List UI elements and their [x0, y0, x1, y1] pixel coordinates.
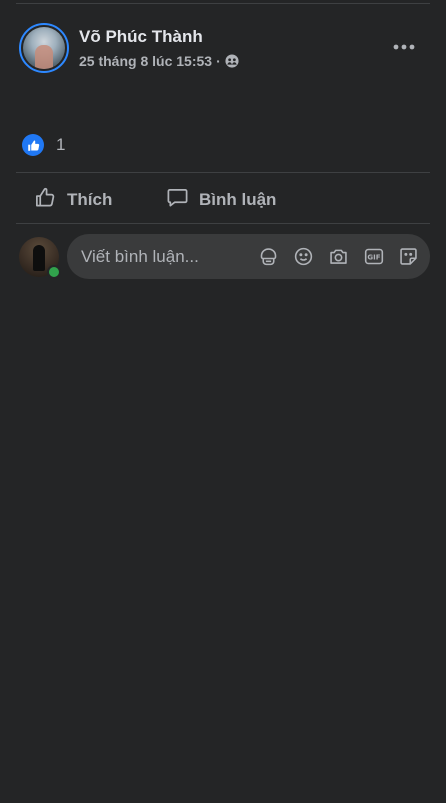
author-avatar-image: [23, 27, 65, 69]
divider: [16, 172, 430, 173]
friends-audience-icon[interactable]: [225, 54, 239, 68]
comment-button[interactable]: Bình luận: [166, 186, 276, 214]
more-options-button[interactable]: [390, 35, 418, 57]
comment-input[interactable]: Viết bình luận... GIF: [67, 234, 430, 279]
like-reaction-icon: [22, 134, 44, 156]
svg-text:GIF: GIF: [367, 254, 380, 262]
comment-placeholder: Viết bình luận...: [81, 246, 199, 266]
post-meta: 25 tháng 8 lúc 15:53 ·: [79, 53, 239, 69]
like-button-label: Thích: [67, 190, 113, 209]
comment-bubble-icon: [166, 186, 189, 214]
composer-tools: GIF: [257, 245, 430, 268]
meta-separator: ·: [216, 53, 221, 69]
comment-button-label: Bình luận: [199, 190, 277, 209]
author-name[interactable]: Võ Phúc Thành: [79, 27, 203, 47]
reaction-count: 1: [56, 135, 66, 154]
reaction-summary[interactable]: 1: [22, 134, 65, 156]
comment-composer: Viết bình luận... GIF: [19, 234, 430, 280]
like-button[interactable]: Thích: [34, 186, 112, 214]
gif-icon[interactable]: GIF: [362, 245, 385, 268]
camera-icon[interactable]: [327, 245, 350, 268]
post-actions: Thích Bình luận: [16, 175, 430, 221]
more-options-icon: [393, 37, 415, 55]
thumbs-up-icon: [34, 186, 57, 214]
emoji-icon[interactable]: [292, 245, 315, 268]
post-card: Võ Phúc Thành 25 tháng 8 lúc 15:53 · 1 T…: [0, 0, 446, 803]
author-avatar[interactable]: [19, 23, 69, 73]
online-status-dot: [47, 265, 61, 279]
sticker-icon[interactable]: [397, 245, 420, 268]
divider: [16, 223, 430, 224]
top-divider: [16, 3, 430, 4]
post-timestamp[interactable]: 25 tháng 8 lúc 15:53: [79, 53, 212, 69]
avatar-sticker-icon[interactable]: [257, 245, 280, 268]
post-header: Võ Phúc Thành 25 tháng 8 lúc 15:53 ·: [19, 23, 430, 75]
